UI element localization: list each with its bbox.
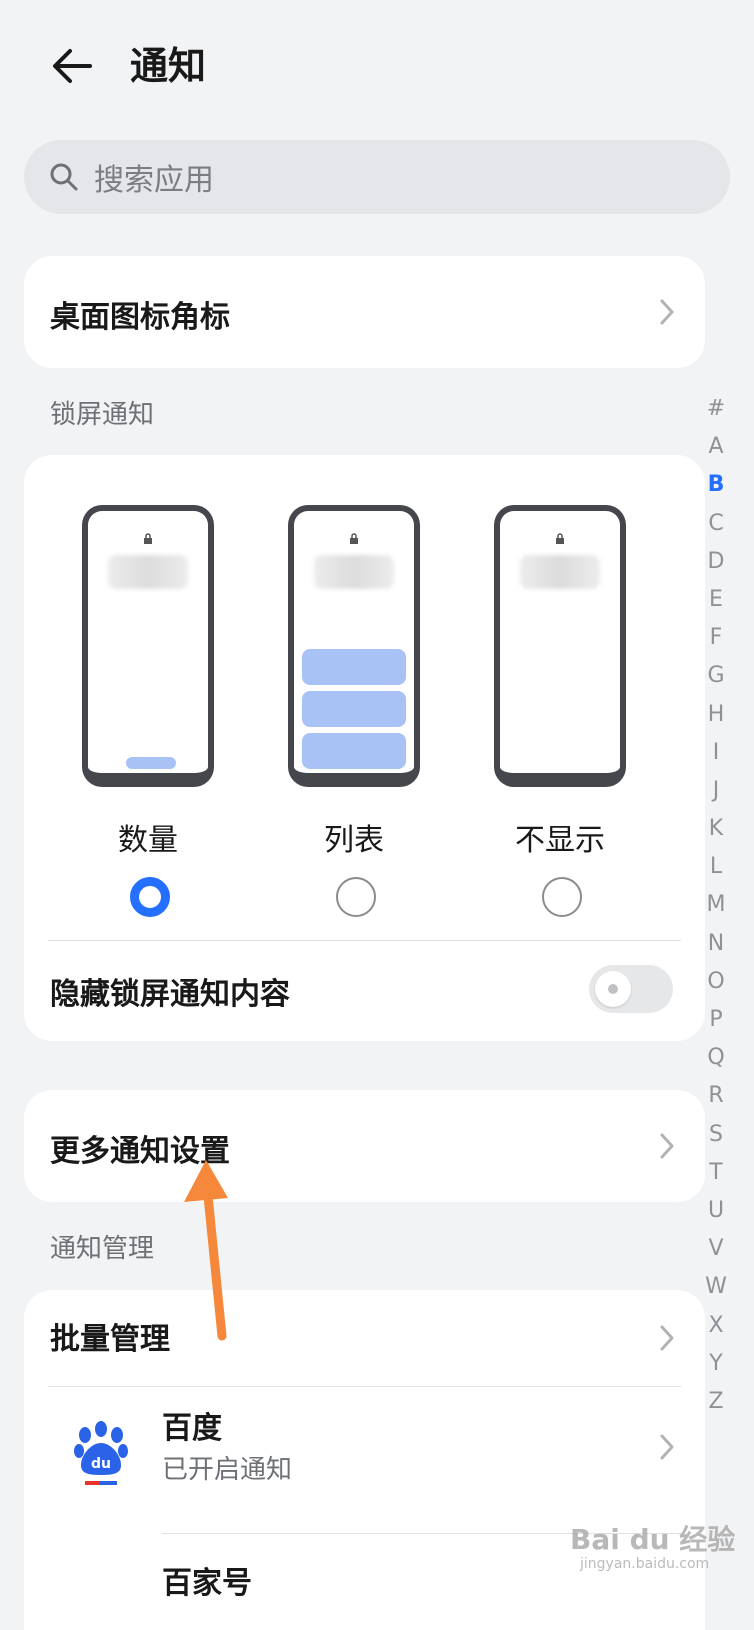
back-arrow-icon <box>53 49 92 83</box>
alpha-index-letter[interactable]: P <box>709 1001 722 1039</box>
lock-icon <box>144 533 152 544</box>
annotation-arrow-icon <box>184 1160 228 1341</box>
toggle-dot <box>608 984 618 994</box>
app-status: 已开启通知 <box>162 1455 293 1485</box>
notification-bar <box>302 691 406 727</box>
alpha-index-letter[interactable]: T <box>709 1154 722 1192</box>
lockscreen-section-label: 锁屏通知 <box>50 400 155 430</box>
app-name: 百家号 <box>162 1566 252 1601</box>
blurred-clock <box>314 555 394 589</box>
more-settings-row[interactable]: 更多通知设置 <box>24 1090 705 1202</box>
alpha-index-letter[interactable]: G <box>707 657 724 695</box>
radio-list[interactable] <box>336 877 376 917</box>
app-name: 百度 <box>162 1411 222 1446</box>
badge-settings-row[interactable]: 桌面图标角标 <box>24 256 705 368</box>
back-button[interactable] <box>44 38 100 94</box>
alpha-index-letter[interactable]: # <box>707 390 725 428</box>
alpha-index-letter[interactable]: J <box>713 772 720 810</box>
alphabet-index[interactable]: # A B C D E F G H I J K L M N O P Q R S T U V W X Y Z <box>700 390 732 1421</box>
chevron-right-icon <box>660 1434 674 1460</box>
notification-bar <box>302 733 406 769</box>
alpha-index-letter[interactable]: R <box>708 1077 723 1115</box>
alpha-index-letter[interactable]: U <box>708 1192 724 1230</box>
management-section-label: 通知管理 <box>50 1234 155 1264</box>
alpha-index-letter[interactable]: B <box>708 466 725 504</box>
watermark-logo: Bai du 经验 <box>570 1523 736 1556</box>
preview-count[interactable] <box>82 505 214 787</box>
alpha-index-letter[interactable]: V <box>708 1230 723 1268</box>
option-hidden-label: 不显示 <box>515 823 605 858</box>
chevron-right-icon <box>660 1133 674 1159</box>
radio-hidden[interactable] <box>542 877 582 917</box>
svg-text:du: du <box>91 1456 111 1472</box>
radio-count[interactable] <box>130 877 170 917</box>
alpha-index-letter[interactable]: N <box>708 925 724 963</box>
notification-count-pill <box>126 757 176 769</box>
lock-icon <box>556 533 564 544</box>
page-title: 通知 <box>130 44 207 88</box>
alpha-index-letter[interactable]: X <box>708 1307 723 1345</box>
alpha-index-letter[interactable]: K <box>709 810 723 848</box>
chevron-right-icon <box>660 1325 674 1351</box>
preview-hidden[interactable] <box>494 505 626 787</box>
batch-manage-row[interactable]: 批量管理 <box>24 1290 705 1386</box>
search-placeholder: 搜索应用 <box>94 163 214 198</box>
management-card: 批量管理 du 百度 已开启通知 百家号 <box>24 1290 705 1630</box>
blurred-clock <box>520 555 600 589</box>
option-list-label: 列表 <box>324 823 384 858</box>
alpha-index-letter[interactable]: H <box>708 696 725 734</box>
divider <box>48 940 681 941</box>
alpha-index-letter[interactable]: S <box>709 1116 723 1154</box>
alpha-index-letter[interactable]: E <box>709 581 723 619</box>
lock-icon <box>350 533 358 544</box>
alpha-index-letter[interactable]: L <box>710 848 722 886</box>
badge-settings-label: 桌面图标角标 <box>50 300 230 335</box>
blurred-clock <box>108 555 188 589</box>
chevron-right-icon <box>660 299 674 325</box>
alpha-index-letter[interactable]: D <box>708 543 725 581</box>
alpha-index-letter[interactable]: I <box>713 734 720 772</box>
search-bar[interactable]: 搜索应用 <box>24 140 730 214</box>
option-count-label: 数量 <box>118 823 178 858</box>
baidu-paw-icon: du <box>64 1417 138 1491</box>
watermark-url: jingyan.baidu.com <box>580 1556 710 1572</box>
alpha-index-letter[interactable]: C <box>708 505 723 543</box>
batch-manage-label: 批量管理 <box>50 1322 170 1357</box>
alpha-index-letter[interactable]: Z <box>708 1383 723 1421</box>
alpha-index-letter[interactable]: Q <box>707 1039 724 1077</box>
alpha-index-letter[interactable]: O <box>707 963 724 1001</box>
alpha-index-letter[interactable]: A <box>708 428 723 466</box>
alpha-index-letter[interactable]: Y <box>709 1345 722 1383</box>
search-icon <box>48 161 80 193</box>
preview-list[interactable] <box>288 505 420 787</box>
alpha-index-letter[interactable]: M <box>707 886 726 924</box>
app-row-baidu[interactable]: du 百度 已开启通知 <box>24 1387 705 1533</box>
alpha-index-letter[interactable]: F <box>710 619 723 657</box>
hide-content-label: 隐藏锁屏通知内容 <box>50 977 290 1012</box>
lockscreen-card: 数量 列表 不显示 隐藏锁屏通知内容 <box>24 455 705 1041</box>
alpha-index-letter[interactable]: W <box>705 1268 727 1306</box>
notification-bar <box>302 649 406 685</box>
hide-content-toggle[interactable] <box>589 965 673 1013</box>
